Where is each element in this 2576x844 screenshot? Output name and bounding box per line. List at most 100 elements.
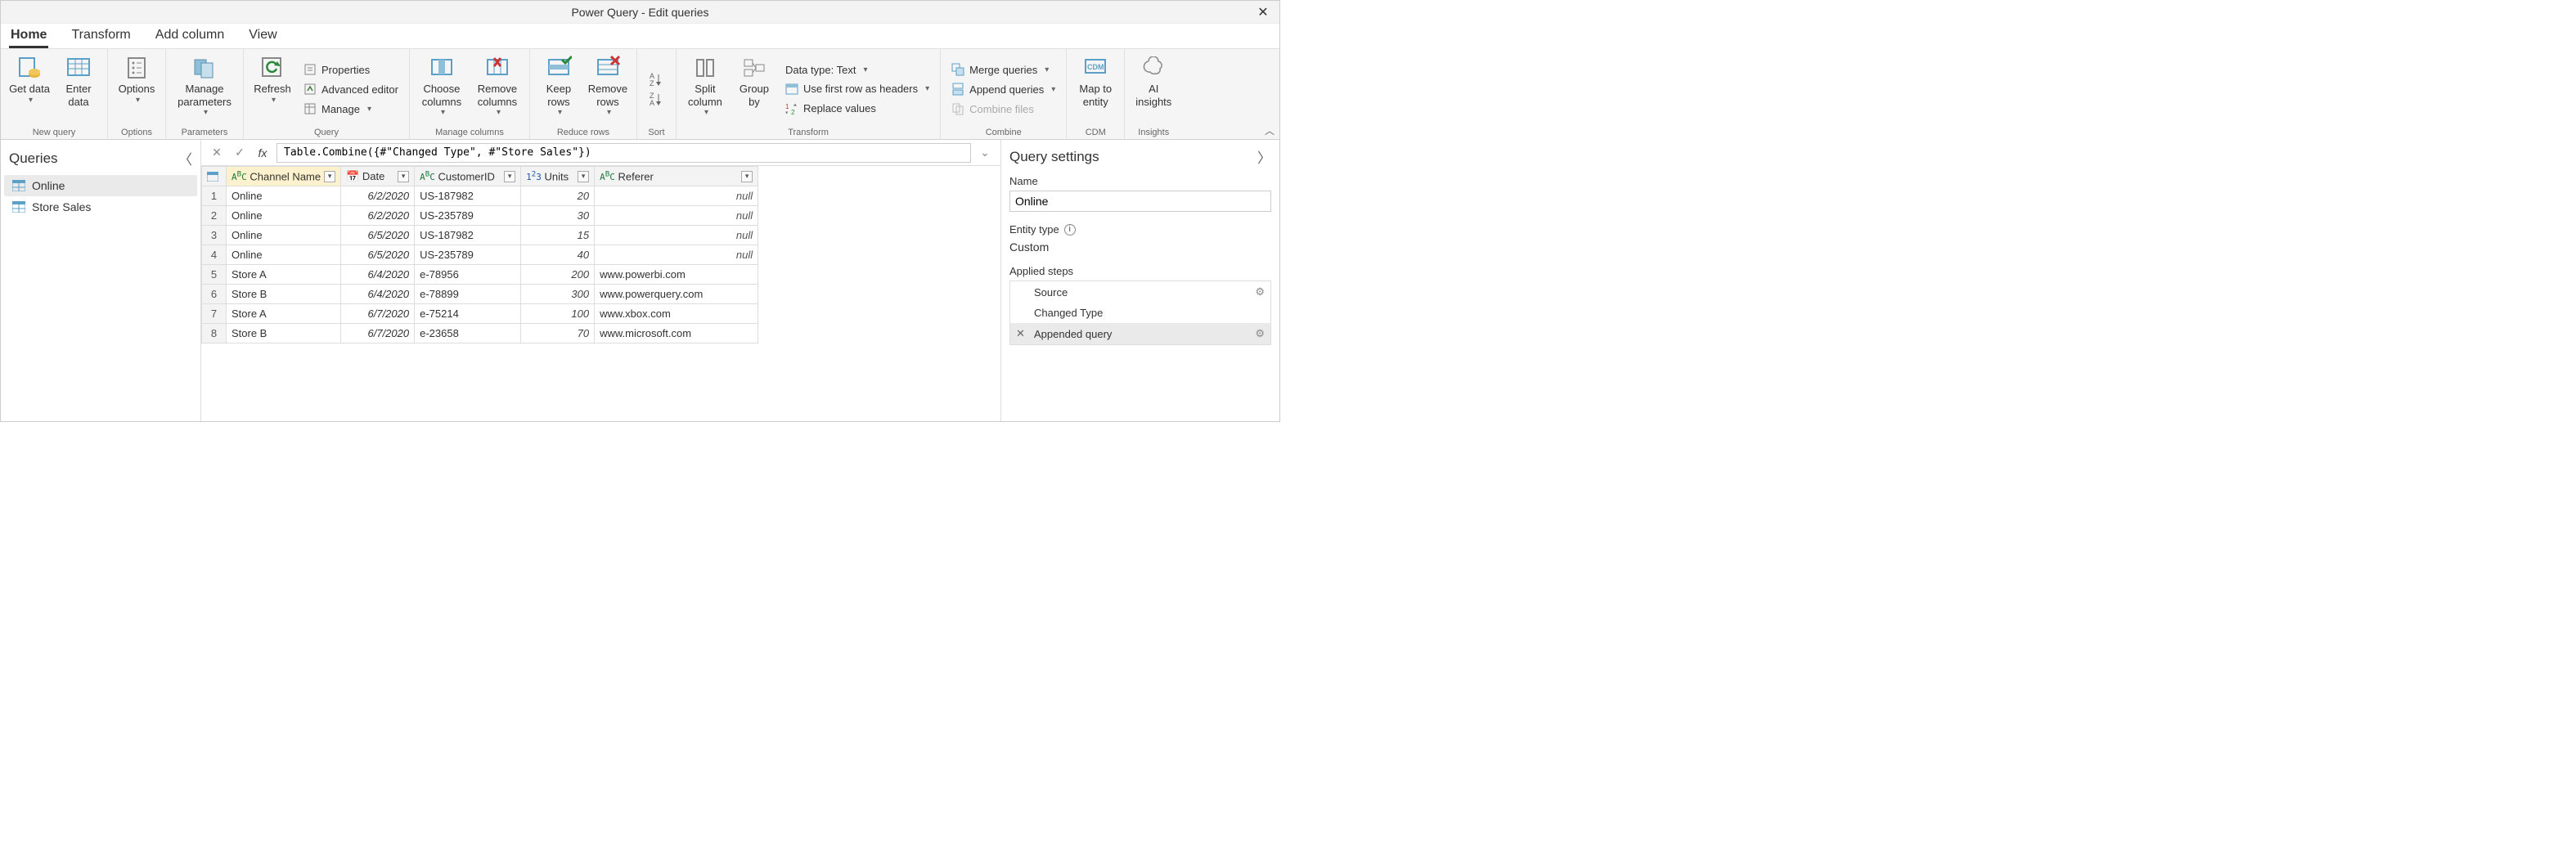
step-source[interactable]: Source ⚙ [1010, 281, 1270, 303]
ribbon-collapse-button[interactable]: ︿ [1265, 123, 1275, 137]
advanced-editor-button[interactable]: Advanced editor [298, 80, 404, 98]
cell-customerid[interactable]: US-187982 [415, 226, 521, 245]
row-number[interactable]: 7 [202, 304, 227, 324]
table-row[interactable]: 4Online6/5/2020US-23578940null [202, 245, 758, 265]
cell-date[interactable]: 6/2/2020 [341, 186, 415, 206]
col-units[interactable]: 123 Units▾ [521, 167, 595, 186]
formula-expand-icon[interactable]: ⌄ [976, 144, 994, 162]
cell-units[interactable]: 200 [521, 265, 595, 285]
cell-date[interactable]: 6/5/2020 [341, 245, 415, 265]
first-row-headers-button[interactable]: Use first row as headers [780, 80, 935, 98]
table-row[interactable]: 8Store B6/7/2020e-2365870www.microsoft.c… [202, 324, 758, 343]
cell-customerid[interactable]: e-75214 [415, 304, 521, 324]
fx-icon[interactable]: fx [254, 144, 272, 162]
gear-icon[interactable]: ⚙ [1255, 327, 1265, 340]
ai-insights-button[interactable]: AI insights [1130, 52, 1177, 110]
formula-cancel-icon[interactable]: ✕ [208, 144, 226, 162]
tab-add-column[interactable]: Add column [154, 25, 227, 48]
cell-units[interactable]: 30 [521, 206, 595, 226]
cell-date[interactable]: 6/5/2020 [341, 226, 415, 245]
enter-data-button[interactable]: Enter data [55, 52, 102, 110]
sidebar-collapse-icon[interactable]: 〈 [178, 148, 192, 168]
cell-channel[interactable]: Store A [227, 304, 341, 324]
replace-values-button[interactable]: 12 Replace values [780, 100, 935, 118]
cell-units[interactable]: 15 [521, 226, 595, 245]
data-grid[interactable]: ABC Channel Name▾ 📅 Date▾ ABC CustomerID… [201, 166, 1000, 421]
row-number[interactable]: 4 [202, 245, 227, 265]
remove-rows-button[interactable]: Remove rows [584, 52, 632, 120]
refresh-button[interactable]: Refresh [249, 52, 296, 108]
cell-referer[interactable]: null [595, 206, 758, 226]
step-changed-type[interactable]: Changed Type [1010, 303, 1270, 323]
col-date[interactable]: 📅 Date▾ [341, 167, 415, 186]
table-row[interactable]: 1Online6/2/2020US-18798220null [202, 186, 758, 206]
manage-parameters-button[interactable]: Manage parameters [171, 52, 238, 120]
keep-rows-button[interactable]: Keep rows [535, 52, 582, 120]
close-button[interactable]: ✕ [1247, 4, 1279, 20]
row-number[interactable]: 8 [202, 324, 227, 343]
cell-date[interactable]: 6/2/2020 [341, 206, 415, 226]
cell-channel[interactable]: Online [227, 226, 341, 245]
query-name-input[interactable] [1009, 191, 1271, 212]
cell-units[interactable]: 70 [521, 324, 595, 343]
filter-icon[interactable]: ▾ [398, 171, 409, 182]
cell-date[interactable]: 6/7/2020 [341, 324, 415, 343]
filter-icon[interactable]: ▾ [741, 171, 753, 182]
query-item-store-sales[interactable]: Store Sales [4, 196, 197, 218]
cell-referer[interactable]: www.powerbi.com [595, 265, 758, 285]
expand-settings-icon[interactable]: 〉 [1257, 146, 1271, 167]
options-button[interactable]: Options [113, 52, 160, 108]
cell-date[interactable]: 6/4/2020 [341, 285, 415, 304]
col-referer[interactable]: ABC Referer▾ [595, 167, 758, 186]
cell-channel[interactable]: Store A [227, 265, 341, 285]
cell-channel[interactable]: Online [227, 245, 341, 265]
filter-icon[interactable]: ▾ [324, 171, 335, 182]
row-number[interactable]: 6 [202, 285, 227, 304]
cell-units[interactable]: 20 [521, 186, 595, 206]
cell-date[interactable]: 6/7/2020 [341, 304, 415, 324]
cell-date[interactable]: 6/4/2020 [341, 265, 415, 285]
table-row[interactable]: 6Store B6/4/2020e-78899300www.powerquery… [202, 285, 758, 304]
data-type-button[interactable]: Data type: Text [780, 61, 935, 79]
properties-button[interactable]: Properties [298, 61, 404, 79]
cell-customerid[interactable]: US-235789 [415, 206, 521, 226]
cell-referer[interactable]: www.microsoft.com [595, 324, 758, 343]
col-channel-name[interactable]: ABC Channel Name▾ [227, 167, 341, 186]
table-row[interactable]: 7Store A6/7/2020e-75214100www.xbox.com [202, 304, 758, 324]
cell-customerid[interactable]: US-187982 [415, 186, 521, 206]
cell-units[interactable]: 100 [521, 304, 595, 324]
cell-customerid[interactable]: e-23658 [415, 324, 521, 343]
corner-cell[interactable] [202, 167, 227, 186]
cell-channel[interactable]: Online [227, 186, 341, 206]
map-to-entity-button[interactable]: CDM Map to entity [1072, 52, 1119, 110]
tab-home[interactable]: Home [9, 25, 48, 48]
cell-referer[interactable]: www.powerquery.com [595, 285, 758, 304]
choose-columns-button[interactable]: Choose columns [415, 52, 469, 120]
split-column-button[interactable]: Split column [681, 52, 729, 120]
cell-referer[interactable]: null [595, 226, 758, 245]
filter-icon[interactable]: ▾ [578, 171, 589, 182]
combine-files-button[interactable]: Combine files [946, 100, 1061, 118]
cell-units[interactable]: 300 [521, 285, 595, 304]
step-appended-query[interactable]: ✕ Appended query ⚙ [1010, 323, 1270, 344]
row-number[interactable]: 1 [202, 186, 227, 206]
tab-view[interactable]: View [247, 25, 278, 48]
table-row[interactable]: 2Online6/2/2020US-23578930null [202, 206, 758, 226]
table-row[interactable]: 3Online6/5/2020US-18798215null [202, 226, 758, 245]
row-number[interactable]: 5 [202, 265, 227, 285]
cell-referer[interactable]: null [595, 245, 758, 265]
cell-customerid[interactable]: e-78956 [415, 265, 521, 285]
table-row[interactable]: 5Store A6/4/2020e-78956200www.powerbi.co… [202, 265, 758, 285]
merge-queries-button[interactable]: Merge queries [946, 61, 1061, 79]
cell-referer[interactable]: www.xbox.com [595, 304, 758, 324]
row-number[interactable]: 2 [202, 206, 227, 226]
sort-asc-button[interactable]: AZ [648, 72, 664, 87]
tab-transform[interactable]: Transform [70, 25, 132, 48]
manage-button[interactable]: Manage [298, 100, 404, 118]
cell-customerid[interactable]: US-235789 [415, 245, 521, 265]
filter-icon[interactable]: ▾ [504, 171, 515, 182]
col-customerid[interactable]: ABC CustomerID▾ [415, 167, 521, 186]
info-icon[interactable]: i [1064, 224, 1076, 236]
group-by-button[interactable]: Group by [731, 52, 778, 110]
formula-accept-icon[interactable]: ✓ [231, 144, 249, 162]
